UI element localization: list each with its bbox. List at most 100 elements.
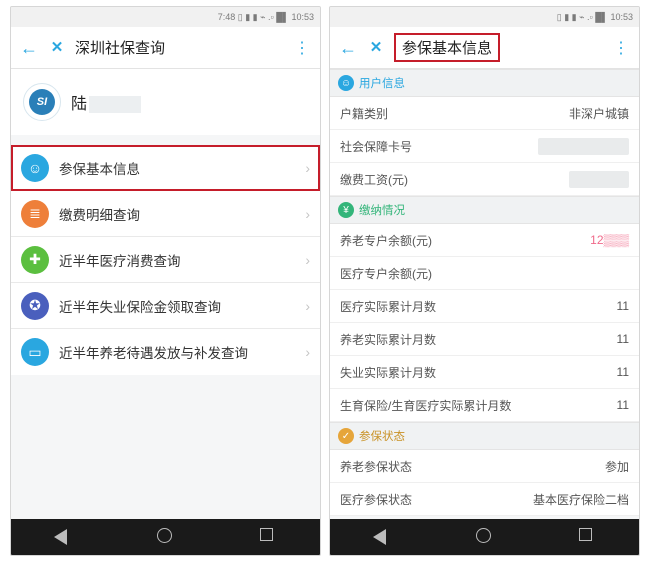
status-text: ▯ ▮ ▮ ⌁ .▫ █▌ 10:53 [557, 12, 633, 23]
section-header: ✓ 参保状态 [330, 422, 639, 450]
user-name: 陆 [71, 90, 141, 114]
kv-row: 医疗专户余额(元) [330, 257, 639, 290]
shield-icon: ✪ [21, 292, 49, 320]
kv-row: 生育保险/生育医疗实际累计月数 11 [330, 389, 639, 422]
kv-row: 失业实际累计月数 11 [330, 356, 639, 389]
close-icon: ✕ [370, 39, 383, 56]
kv-key: 医疗参保状态 [340, 491, 412, 508]
kv-value: 11 [617, 365, 629, 379]
kv-key: 医疗专户余额(元) [340, 265, 432, 282]
phone-left: 7:48 ▯ ▮ ▮ ⌁ .▫ █▌ 10:53 ← ✕ 深圳社保查询 ⋮ SI… [10, 6, 321, 556]
close-button[interactable]: ✕ [43, 40, 71, 55]
kv-value: 6 [538, 138, 629, 155]
circle-home-icon [476, 528, 491, 543]
app-header: ← ✕ 参保基本信息 ⋮ [330, 27, 639, 69]
menu-item-label: 近半年养老待遇发放与补发查询 [59, 342, 305, 362]
menu-item[interactable]: ✪ 近半年失业保险金领取查询› [11, 283, 320, 329]
menu-item-label: 近半年医疗消费查询 [59, 250, 305, 270]
kv-list: 养老专户余额(元) 12▒▒▒ 医疗专户余额(元) 医疗实际累计月数 11 养老实际累计月… [330, 224, 639, 422]
square-recent-icon [260, 528, 273, 541]
status-text: 7:48 ▯ ▮ ▮ ⌁ .▫ █▌ 10:53 [218, 12, 314, 23]
kv-key: 医疗实际累计月数 [340, 298, 436, 315]
chevron-right-icon: › [305, 298, 310, 314]
chevron-right-icon: › [305, 252, 310, 268]
kv-value: 非深户城镇 [569, 105, 629, 122]
triangle-back-icon [373, 529, 386, 545]
chevron-right-icon: › [305, 206, 310, 222]
more-vertical-icon: ⋮ [613, 40, 627, 57]
nav-home[interactable] [157, 528, 175, 546]
section-user: ☺ 用户信息户籍类别 非深户城镇社会保障卡号 6 缴费工资(元) [330, 69, 639, 196]
kv-value: 基本医疗保险二档 [533, 491, 629, 508]
section-header: ¥ 缴纳情况 [330, 196, 639, 224]
section-pay: ¥缴纳情况养老专户余额(元)12▒▒▒医疗专户余额(元)医疗实际累计月数11养老… [330, 196, 639, 422]
avatar: SI [23, 83, 61, 121]
close-button[interactable]: ✕ [362, 40, 390, 55]
phone-right: ▯ ▮ ▮ ⌁ .▫ █▌ 10:53 ← ✕ 参保基本信息 ⋮ ☺ 用户信息户籍… [329, 6, 640, 556]
app-header: ← ✕ 深圳社保查询 ⋮ [11, 27, 320, 69]
arrow-left-icon: ← [339, 38, 357, 58]
kv-key: 生育保险/生育医疗实际累计月数 [340, 397, 511, 414]
heart-icon: ✚ [21, 246, 49, 274]
kv-row: 社会保障卡号 6 [330, 130, 639, 163]
more-button[interactable]: ⋮ [607, 38, 633, 58]
kv-key: 失业实际累计月数 [340, 364, 436, 381]
menu-item[interactable]: ▭ 近半年养老待遇发放与补发查询› [11, 329, 320, 375]
kv-value: 11 [617, 299, 629, 313]
kv-value [569, 171, 629, 188]
section-icon: ✓ [338, 428, 354, 444]
menu-item-label: 参保基本信息 [59, 158, 305, 178]
menu-item[interactable]: ☺参保基本信息› [11, 145, 320, 191]
kv-row: 缴费工资(元) [330, 163, 639, 196]
section-label: 缴纳情况 [359, 202, 405, 218]
status-bar: 7:48 ▯ ▮ ▮ ⌁ .▫ █▌ 10:53 [11, 7, 320, 27]
kv-row: 医疗参保状态 基本医疗保险二档 [330, 483, 639, 516]
menu-item[interactable]: ✚ 近半年医疗消费查询› [11, 237, 320, 283]
close-icon: ✕ [51, 39, 64, 56]
card-icon: ▭ [21, 338, 49, 366]
circle-home-icon [157, 528, 172, 543]
nav-home[interactable] [476, 528, 494, 546]
content: SI 陆 ☺参保基本信息›≣缴费明细查询›✚近半年医疗消费查询›✪近半年失业保险… [11, 69, 320, 519]
menu-item-label: 近半年失业保险金领取查询 [59, 296, 305, 316]
section-icon: ☺ [338, 75, 354, 91]
name-masked [89, 96, 141, 113]
kv-row: 养老实际累计月数11 [330, 323, 639, 356]
kv-value: 12▒▒▒ [590, 233, 629, 247]
smile-icon: ☺ [21, 154, 49, 182]
kv-key: 户籍类别 [340, 105, 388, 122]
kv-key: 养老专户余额(元) [340, 232, 432, 249]
kv-value: 11 [617, 398, 629, 412]
social-insurance-icon: SI [29, 89, 55, 115]
section-label: 参保状态 [359, 428, 405, 444]
kv-row: 户籍类别 非深户城镇 [330, 97, 639, 130]
section-icon: ¥ [338, 202, 354, 218]
menu-list: ☺参保基本信息›≣缴费明细查询›✚近半年医疗消费查询›✪近半年失业保险金领取查询… [11, 145, 320, 375]
back-button[interactable]: ← [334, 39, 362, 57]
section-header: ☺ 用户信息 [330, 69, 639, 97]
chevron-right-icon: › [305, 344, 310, 360]
kv-key: 社会保障卡号 [340, 138, 412, 155]
section-label: 用户信息 [359, 75, 405, 91]
menu-item-label: 缴费明细查询 [59, 204, 305, 224]
kv-value: 参加 [605, 458, 629, 475]
nav-recent[interactable] [260, 528, 278, 546]
section-status: ✓ 参保状态养老参保状态参加医疗参保状态 基本医疗保险二档 [330, 422, 639, 516]
nav-back[interactable] [373, 528, 391, 546]
android-navbar [11, 519, 320, 555]
square-recent-icon [579, 528, 592, 541]
kv-row: 养老参保状态参加 [330, 450, 639, 483]
menu-item[interactable]: ≣缴费明细查询› [11, 191, 320, 237]
triangle-back-icon [54, 529, 67, 545]
title-highlight: 参保基本信息 [394, 33, 500, 62]
nav-recent[interactable] [579, 528, 597, 546]
kv-row: 养老专户余额(元) 12▒▒▒ [330, 224, 639, 257]
nav-back[interactable] [54, 528, 72, 546]
status-bar: ▯ ▮ ▮ ⌁ .▫ █▌ 10:53 [330, 7, 639, 27]
name-prefix: 陆 [71, 96, 87, 113]
content: ☺ 用户信息户籍类别 非深户城镇社会保障卡号 6 缴费工资(元) ¥ 缴纳情况养老专户余… [330, 69, 639, 519]
page-title: 深圳社保查询 [71, 37, 288, 58]
back-button[interactable]: ← [15, 39, 43, 57]
more-button[interactable]: ⋮ [288, 38, 314, 58]
profile-card[interactable]: SI 陆 [11, 69, 320, 135]
